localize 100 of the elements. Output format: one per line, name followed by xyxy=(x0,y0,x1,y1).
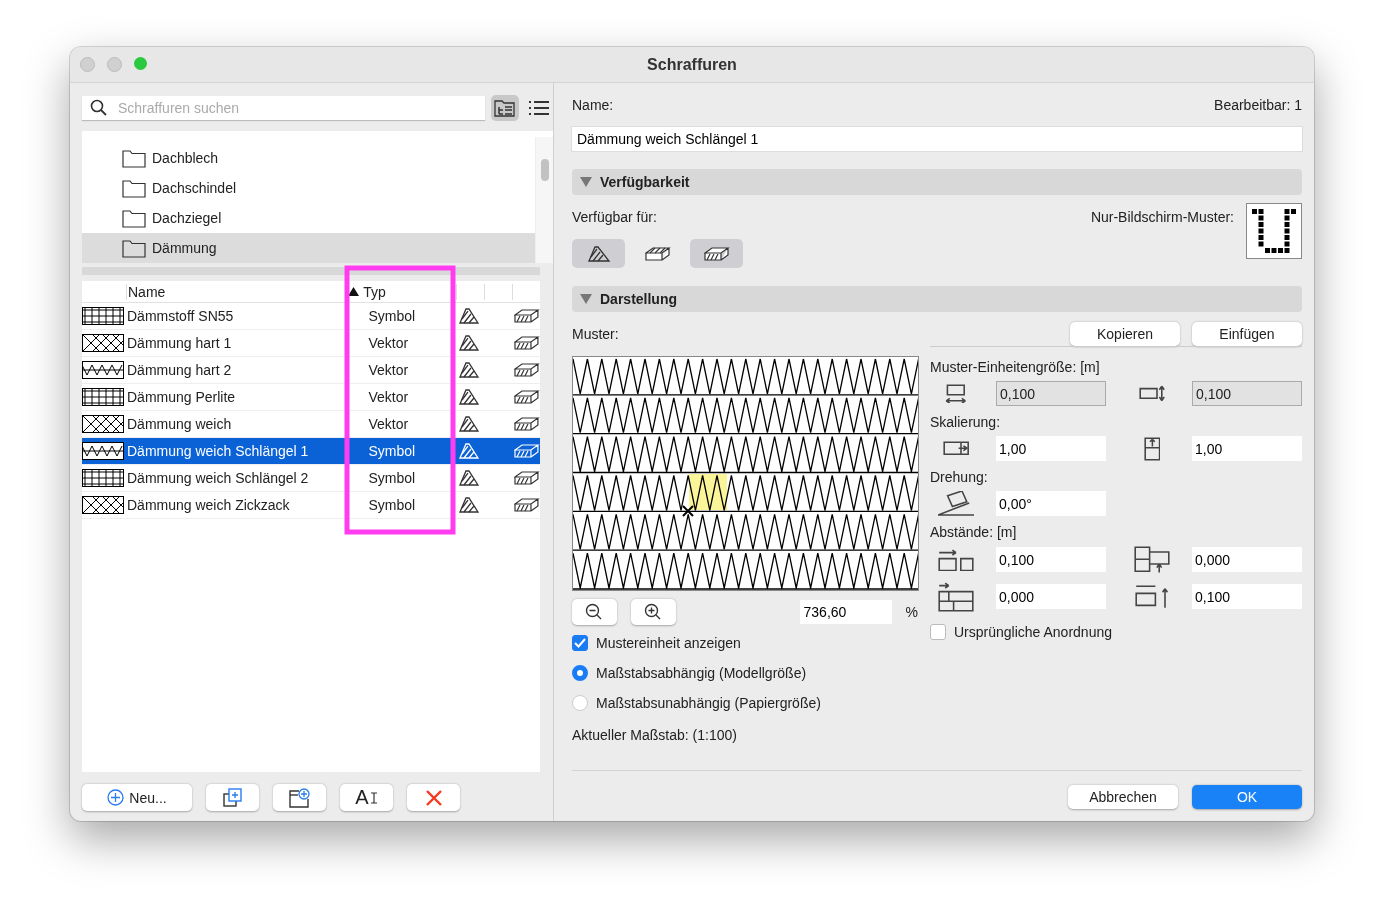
search-field[interactable]: Schraffuren suchen xyxy=(82,96,486,120)
table-cell-text: Dämmung weich Zickzack xyxy=(127,497,291,513)
hatched-triangle-icon xyxy=(458,307,481,325)
scrollbar-thumb[interactable] xyxy=(540,159,549,181)
value-field[interactable]: 0,000 xyxy=(1192,547,1302,573)
table-row[interactable]: Dämmung Perlite Vektor xyxy=(82,384,540,411)
height-icon xyxy=(1138,385,1166,402)
folder-icon xyxy=(122,208,146,228)
folder-item[interactable]: Dachblech xyxy=(82,143,535,173)
disclosure-icon xyxy=(580,177,592,187)
new-folder-button[interactable] xyxy=(273,784,326,811)
radio-label: Maßstabsabhängig (Modellgröße) xyxy=(596,665,807,681)
duplicate-icon xyxy=(222,787,243,808)
hatched-block-icon xyxy=(644,245,671,262)
table-row[interactable]: Dämmung weich Schlängel 1 Symbol xyxy=(82,438,540,465)
available-for-label: Verfügbar für: xyxy=(572,209,657,225)
table-cell-text: Dämmung Perlite xyxy=(127,389,237,405)
section-header[interactable]: Darstellung xyxy=(572,286,1302,312)
original-layout-checkbox[interactable] xyxy=(930,623,946,640)
table-cell-text: Dämmung weich Schlängel 1 xyxy=(127,443,310,459)
hatched-block-icon xyxy=(514,497,540,513)
gap-x-icon xyxy=(938,548,974,572)
section-header[interactable]: Verfügbarkeit xyxy=(572,169,1302,195)
name-field[interactable]: Dämmung weich Schlängel 1 xyxy=(572,127,1302,151)
value-field[interactable]: 0,100 xyxy=(996,547,1106,573)
hatched-block-icon xyxy=(514,389,540,405)
screen-pattern-swatch[interactable] xyxy=(1246,203,1302,259)
table-cell-text: Symbol xyxy=(368,443,417,459)
table-row[interactable]: Dämmung hart 2 Vektor xyxy=(82,357,540,384)
fill-toggle[interactable] xyxy=(572,239,625,268)
zoom-field[interactable]: 736,60 xyxy=(799,600,892,624)
value-field[interactable]: 0,100 xyxy=(1192,584,1302,610)
paste-button[interactable]: Einfügen xyxy=(1192,322,1302,346)
table-cell-text: Dämmung hart 1 xyxy=(127,335,233,351)
group-label: Abstände: [m] xyxy=(930,524,1018,541)
table-cell-text: Vektor xyxy=(368,335,410,351)
folder-item[interactable]: Dämmung xyxy=(82,233,535,263)
checkbox-label: Mustereinheit anzeigen xyxy=(596,635,741,651)
tree-view-button[interactable] xyxy=(491,95,520,121)
text-cursor-icon xyxy=(369,791,378,804)
group-label: Skalierung: xyxy=(930,414,1002,430)
hatched-triangle-icon xyxy=(458,388,481,406)
hatched-triangle-icon xyxy=(586,244,611,263)
value-field[interactable]: 1,00 xyxy=(996,436,1106,461)
window-title: Schraffuren xyxy=(646,55,738,74)
group-label: Drehung: xyxy=(930,469,989,485)
new-button[interactable]: Neu... xyxy=(82,784,192,811)
value-field[interactable]: 0,00° xyxy=(996,491,1106,517)
zoom-out-button[interactable] xyxy=(572,599,617,625)
table-cell-text: Vektor xyxy=(368,362,410,378)
table-cell-text: Vektor xyxy=(368,389,410,405)
new-folder-icon xyxy=(288,787,311,808)
column-header[interactable]: Name xyxy=(126,283,335,300)
table-cell-text: Dämmung weich xyxy=(127,416,233,432)
folder-item[interactable]: Dachziegel xyxy=(82,203,535,233)
scale-y-icon xyxy=(1143,436,1161,461)
value-field[interactable]: 1,00 xyxy=(1192,436,1302,461)
duplicate-button[interactable] xyxy=(206,784,259,811)
radio-button[interactable] xyxy=(572,665,588,681)
hatched-block-icon xyxy=(514,362,540,378)
hatched-block-icon xyxy=(514,416,540,432)
table-cell-text: Symbol xyxy=(368,308,417,324)
splitter[interactable] xyxy=(82,267,540,275)
radio-button[interactable] xyxy=(572,695,588,711)
ok-button[interactable]: OK xyxy=(1192,785,1302,809)
screen-pattern-label: Nur-Bildschirm-Muster: xyxy=(1090,209,1234,225)
angle-icon xyxy=(938,491,974,517)
sort-icon xyxy=(348,287,360,296)
table-row[interactable]: Dämmung weich Zickzack Symbol xyxy=(82,492,540,519)
rename-button[interactable]: A xyxy=(340,784,393,811)
copy-button[interactable]: Kopieren xyxy=(1070,322,1180,346)
close-icon xyxy=(424,788,443,807)
zoom-in-button[interactable] xyxy=(630,599,676,625)
shift-y-icon xyxy=(1134,546,1170,574)
table-cell-text: Symbol xyxy=(368,497,417,513)
table-cell-text: Vektor xyxy=(368,416,410,432)
hatched-block-icon xyxy=(703,245,730,262)
radio-label: Maßstabsunabhängig (Papiergröße) xyxy=(596,695,821,711)
folder-icon xyxy=(122,238,146,258)
group-label: Muster-Einheitengröße: [m] xyxy=(930,359,1101,375)
hatched-block-icon xyxy=(514,470,540,486)
plus-circle-icon xyxy=(107,789,125,806)
folder-icon xyxy=(122,148,146,168)
width-icon xyxy=(945,383,967,404)
table-row[interactable]: Dämmung weich Schlängel 2 Symbol xyxy=(82,465,540,492)
name-label: Name: xyxy=(572,97,614,113)
hatched-triangle-icon xyxy=(458,415,481,433)
pattern-label: Muster: xyxy=(572,326,619,342)
folder-item[interactable]: Dachschindel xyxy=(82,173,535,203)
search-input[interactable]: Schraffuren suchen xyxy=(116,99,478,117)
gap-y-icon xyxy=(1135,584,1169,609)
value-field[interactable]: 0,000 xyxy=(996,584,1106,610)
cover-toggle[interactable] xyxy=(690,239,743,268)
show-unit-checkbox[interactable] xyxy=(572,635,588,651)
column-header[interactable]: Typ xyxy=(334,283,457,300)
delete-button[interactable] xyxy=(407,784,460,811)
cancel-button[interactable]: Abbrechen xyxy=(1068,785,1178,809)
table-row[interactable]: Dämmung hart 1 Vektor xyxy=(82,330,540,357)
table-row[interactable]: Dämmstoff SN55 Symbol xyxy=(82,303,540,330)
current-scale-text: Aktueller Maßstab: (1:100) xyxy=(572,727,738,743)
